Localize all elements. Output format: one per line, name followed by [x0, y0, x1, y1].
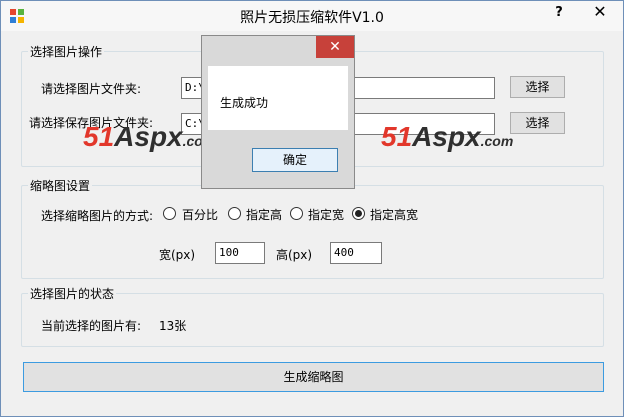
radio-fixed-width-height-label[interactable]: 指定高宽	[370, 206, 418, 223]
watermark-logo-left: 51Aspx.com	[83, 121, 215, 153]
dialog-message: 生成成功	[220, 96, 269, 110]
watermark-com: .com	[480, 133, 514, 149]
radio-percent[interactable]	[163, 207, 176, 220]
thumb-mode-label: 选择缩略图片的方式:	[41, 209, 154, 223]
window-title: 照片无损压缩软件V1.0	[240, 10, 384, 26]
help-icon[interactable]: ?	[549, 4, 569, 24]
watermark-aspx: Aspx	[412, 121, 481, 152]
thumb-group: 缩略图设置	[21, 177, 604, 279]
main-window: 照片无损压缩软件V1.0 ? ✕ 选择图片操作 请选择图片文件夹: D:\ 选择…	[0, 0, 624, 417]
radio-percent-label[interactable]: 百分比	[182, 206, 218, 223]
image-count-value: 13张	[159, 319, 187, 333]
generate-thumbnails-button[interactable]: 生成缩略图	[23, 362, 604, 392]
save-folder-select-button[interactable]: 选择	[510, 112, 565, 134]
source-folder-label: 请选择图片文件夹:	[41, 82, 142, 96]
image-count-label: 当前选择的图片有:	[41, 319, 142, 333]
radio-fixed-height[interactable]	[228, 207, 241, 220]
height-label: 高(px)	[276, 248, 313, 262]
width-input[interactable]: 100	[215, 242, 265, 264]
thumb-group-legend: 缩略图设置	[28, 177, 93, 194]
watermark-num: 51	[83, 121, 115, 152]
message-dialog: ✕ 生成成功 确定	[201, 35, 355, 189]
window-close-button[interactable]: ✕	[579, 1, 621, 23]
radio-fixed-height-label[interactable]: 指定高	[246, 206, 282, 223]
height-input[interactable]: 400	[330, 242, 382, 264]
radio-fixed-width-label[interactable]: 指定宽	[308, 206, 344, 223]
dialog-close-button[interactable]: ✕	[316, 36, 354, 58]
title-bar[interactable]: 照片无损压缩软件V1.0 ? ✕	[1, 1, 623, 31]
source-folder-select-button[interactable]: 选择	[510, 76, 565, 98]
dialog-body: 生成成功	[208, 66, 348, 130]
watermark-logo-right: 51Aspx.com	[381, 121, 513, 153]
radio-fixed-width[interactable]	[290, 207, 303, 220]
select-group-legend: 选择图片操作	[28, 43, 105, 60]
watermark-num: 51	[381, 121, 413, 152]
radio-fixed-width-height[interactable]	[352, 207, 365, 220]
width-label: 宽(px)	[159, 248, 196, 262]
watermark-aspx: Aspx	[114, 121, 183, 152]
dialog-ok-button[interactable]: 确定	[252, 148, 338, 172]
status-group-legend: 选择图片的状态	[28, 285, 117, 302]
